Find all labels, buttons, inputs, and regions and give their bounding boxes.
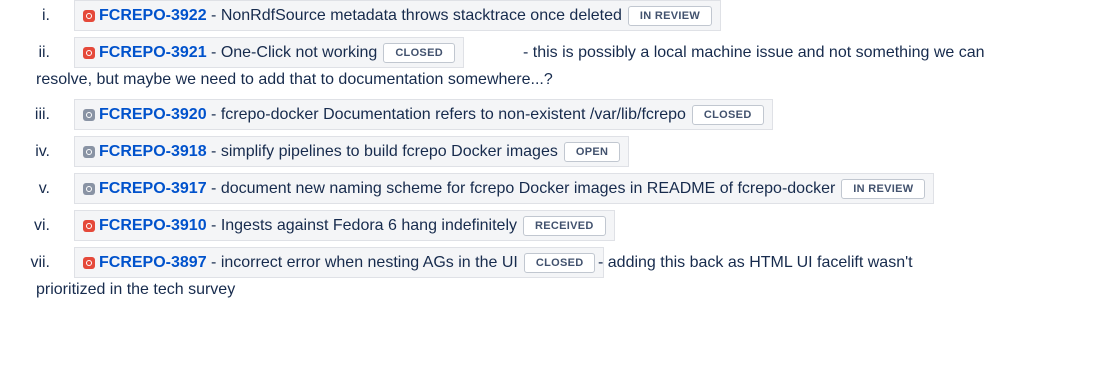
status-badge: RECEIVED <box>523 215 606 236</box>
status-badge: CLOSED <box>383 42 455 63</box>
issue-type-icon <box>83 145 95 158</box>
issue-summary: - NonRdfSource metadata throws stacktrac… <box>206 6 622 24</box>
issue-type-icon <box>83 46 95 59</box>
list-numeral: vi. <box>34 217 50 234</box>
list-numeral: iv. <box>35 143 50 160</box>
list-item: iii. FCREPO-3920 - fcrepo-docker Documen… <box>0 99 1106 130</box>
issue-key-link[interactable]: FCREPO-3921 <box>99 44 207 62</box>
issue-type-icon <box>83 108 95 121</box>
list-numeral: v. <box>38 180 50 197</box>
issue-key-link[interactable]: FCREPO-3920 <box>99 106 207 124</box>
list-item: ii. FCREPO-3921 - One-Click not working … <box>0 37 1106 68</box>
list-item: v. FCREPO-3917 - document new naming sch… <box>0 173 1106 204</box>
jira-issue-macro: FCREPO-3920 - fcrepo-docker Documentatio… <box>74 99 773 130</box>
jira-issue-macro: FCREPO-3917 - document new naming scheme… <box>74 173 935 204</box>
jira-issue-macro: FCREPO-3921 - One-Click not working CLOS… <box>74 37 464 68</box>
jira-issue-macro: FCREPO-3897 - incorrect error when nesti… <box>74 247 605 278</box>
list-numeral: ii. <box>38 44 50 61</box>
issue-key-link[interactable]: FCREPO-3897 <box>99 254 207 272</box>
issue-comment: - this is possibly a local machine issue… <box>523 44 985 61</box>
list-numeral: vii. <box>30 254 50 271</box>
issue-key-link[interactable]: FCREPO-3922 <box>99 7 207 25</box>
issue-type-icon <box>83 182 95 195</box>
status-badge: IN REVIEW <box>627 5 713 26</box>
list-item: vii. FCREPO-3897 - incorrect error when … <box>0 247 1106 278</box>
issue-summary: - incorrect error when nesting AGs in th… <box>206 253 518 271</box>
status-badge: CLOSED <box>691 104 764 125</box>
list-item: i. FCREPO-3922 - NonRdfSource metadata t… <box>0 0 1106 31</box>
list-numeral: i. <box>42 7 50 24</box>
status-badge: IN REVIEW <box>841 178 926 199</box>
issue-key-link[interactable]: FCREPO-3918 <box>99 143 207 161</box>
list-item: iv. FCREPO-3918 - simplify pipelines to … <box>0 136 1106 167</box>
issue-comment-continuation: prioritized in the tech survey <box>36 281 236 298</box>
status-badge: CLOSED <box>523 252 596 273</box>
issue-comment-continuation: resolve, but maybe we need to add that t… <box>36 71 553 88</box>
status-badge: OPEN <box>563 141 621 162</box>
jira-issue-macro: FCREPO-3910 - Ingests against Fedora 6 h… <box>74 210 615 241</box>
list-item: vi. FCREPO-3910 - Ingests against Fedora… <box>0 210 1106 241</box>
issue-type-icon <box>83 219 95 232</box>
issue-type-icon <box>83 256 95 269</box>
jira-issue-macro: FCREPO-3918 - simplify pipelines to buil… <box>74 136 630 167</box>
issue-summary: - fcrepo-docker Documentation refers to … <box>206 105 686 123</box>
issue-key-link[interactable]: FCREPO-3910 <box>99 217 207 235</box>
issue-summary: - One-Click not working <box>206 43 378 61</box>
issue-summary: - document new naming scheme for fcrepo … <box>206 179 836 197</box>
jira-issue-macro: FCREPO-3922 - NonRdfSource metadata thro… <box>74 0 722 31</box>
issue-summary: - Ingests against Fedora 6 hang indefini… <box>206 216 518 234</box>
issue-key-link[interactable]: FCREPO-3917 <box>99 180 207 198</box>
issue-type-icon <box>83 9 95 22</box>
issue-comment: - adding this back as HTML UI facelift w… <box>598 254 913 271</box>
list-numeral: iii. <box>34 106 50 123</box>
issue-summary: - simplify pipelines to build fcrepo Doc… <box>206 142 558 160</box>
